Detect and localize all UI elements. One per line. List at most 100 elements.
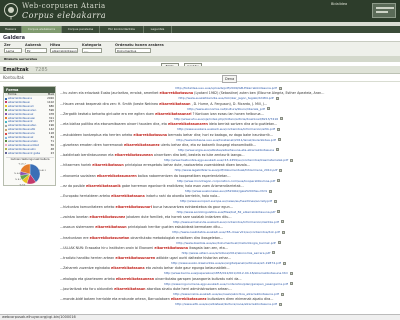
document-icon[interactable] (290, 158, 294, 162)
source-link[interactable]: http://www.euskaltzaindia.eus/dok/iker_j… (60, 96, 397, 100)
keyword[interactable]: elkarrekikotasunaren (168, 122, 208, 126)
source-url[interactable]: http://www.argia.eus/albistea/elkartasun… (178, 148, 274, 152)
source-link[interactable]: http://www.uztaro.eus/artxiboa/2012/ekon… (60, 251, 397, 255)
source-link[interactable]: http://www.europarl.europa.eu/news/eu/he… (60, 199, 397, 203)
document-icon[interactable] (281, 230, 285, 234)
document-icon[interactable] (277, 241, 281, 244)
forma-row[interactable]: elkarrekikotasunekin 48 (5, 147, 55, 151)
keyword[interactable]: elkarrekikotasunez (90, 215, 126, 219)
document-icon[interactable] (280, 220, 284, 224)
keyword[interactable]: elkarrekikotasuna (159, 91, 193, 95)
keyword[interactable]: elkarrekikotasun (92, 163, 123, 167)
keyword[interactable]: elkarrekikotasuna (154, 246, 188, 250)
aukerak-select[interactable]: Ez (25, 48, 47, 53)
keyword[interactable]: elkarrekikotasun (95, 225, 126, 229)
source-url[interactable]: http://www.euskaltzaindia.eus/dok/iker_j… (178, 96, 273, 100)
advanced-search-label[interactable]: Bilaketa aurreratua (4, 56, 37, 62)
document-icon[interactable] (276, 127, 280, 131)
keyword[interactable]: elkarrekikotasuna (111, 194, 145, 198)
keyword[interactable]: elkarrekikotasuna (133, 133, 167, 137)
tab-hiz-konkordantzia[interactable]: Hiz konkordantzia (100, 26, 144, 33)
keyword[interactable]: elkarrekikotasunari (155, 112, 191, 116)
source-url[interactable]: http://bidaldea.ueu.eus/uploads/pdf/2009… (175, 86, 276, 90)
source-link[interactable]: http://www.euskara.euskadi.eus/contenido… (60, 127, 397, 131)
forma-row[interactable]: elkarrekikotasunik 227 (5, 120, 55, 123)
source-url[interactable]: http://www.ikastola.eus/eu/dokumentuak/m… (176, 241, 275, 245)
source-link[interactable]: http://www.hezkuntza.ejgv.euskadi.eus/r4… (60, 158, 397, 162)
source-url[interactable]: http://www.ehu.eus/ojs/index.php/Uztaro/… (174, 117, 278, 121)
source-url[interactable]: http://www.ekonomia.net/kultura/liburu/l… (187, 107, 264, 111)
hitza-input[interactable]: elkarrekikotasun (50, 48, 78, 53)
source-link[interactable]: http://www.ingurumena.ejgv.euskadi.eus/c… (60, 282, 397, 286)
forma-row[interactable]: elkarrekikotasunera 118 (5, 132, 55, 135)
keyword[interactable]: elkarrekikotasunean (116, 277, 154, 281)
source-url[interactable]: http://www.berria.eus/paperekoa/1855/012… (164, 271, 288, 275)
forma-row[interactable]: elkarrekikotasunetan 196 (5, 124, 55, 127)
forma-row[interactable]: elkarrekikotasunik gabe 23 (5, 151, 55, 155)
source-url[interactable]: http://www.bidasoa.ueu.eus/txostenak/201… (176, 138, 275, 142)
source-link[interactable]: http://www.osakidetza.euskadi.eus/r85-ck… (60, 230, 397, 234)
kontsultak-label[interactable]: Kontsultak (3, 74, 24, 82)
source-link[interactable]: http://www.bidasoa.ueu.eus/txostenak/201… (60, 138, 397, 142)
source-url[interactable]: http://www.irekia.euskadi.eus/eu/news/ak… (173, 292, 279, 296)
keyword[interactable]: elkarrekikotasun (114, 287, 145, 291)
source-url[interactable]: http://www.ingurumena.ejgv.euskadi.eus/c… (164, 282, 288, 286)
kategoria-select[interactable]: ---- (82, 48, 102, 53)
forma-row[interactable]: elkarrekikotasunaren 596 (5, 108, 55, 112)
keyword[interactable]: elkarrekikotasunik (86, 184, 121, 188)
forma-row[interactable]: elkarrekikotasunez 478 (5, 112, 55, 116)
forma-row[interactable]: elkarrekikotasunaz 84 (5, 136, 55, 139)
source-url[interactable]: http://www.eusko-ikaskuntza.eus/eu/argit… (171, 261, 281, 265)
document-icon[interactable] (280, 117, 284, 121)
source-link[interactable]: http://www.berria.eus/paperekoa/1855/012… (60, 271, 397, 275)
source-url[interactable]: http://www.soziolinguistika.eus/files/ba… (177, 210, 276, 214)
source-url[interactable]: http://www.euskara.euskadi.eus/contenido… (177, 127, 275, 131)
document-icon[interactable] (277, 179, 281, 183)
source-link[interactable]: http://bidaldea.ueu.eus/uploads/pdf/2009… (60, 86, 397, 90)
document-icon[interactable] (282, 261, 286, 265)
source-link[interactable]: http://www.mondragon-corporation.com/eus… (60, 179, 397, 183)
document-icon[interactable] (277, 138, 281, 141)
keyword[interactable]: elkarrekikotasunean (115, 153, 153, 157)
source-link[interactable]: http://www.ekonomia.net/kultura/liburu/l… (60, 107, 397, 111)
ordenatu-select[interactable]: Dokumentua (115, 48, 151, 53)
source-link[interactable]: http://www.eitb.eus/eu/albisteak/kultura… (60, 302, 397, 306)
dena-label[interactable]: Dena (222, 75, 238, 83)
source-url[interactable]: http://www.euskonews.eus/0520zbk/gaia520… (185, 189, 267, 193)
document-icon[interactable] (280, 292, 284, 296)
tab-laguntza[interactable]: Laguntza (144, 26, 172, 33)
keyword[interactable]: elkarrekikotasuna (111, 266, 145, 270)
forma-row[interactable]: elkarrekikotasunetik 142 (5, 128, 55, 131)
source-link[interactable]: http://www.euskonews.eus/0520zbk/gaia520… (60, 189, 397, 193)
forma-row[interactable]: elkarrekikotasunentzat 56 (5, 143, 55, 147)
keyword[interactable]: elkarrekikotasunetan (90, 236, 130, 240)
document-icon[interactable] (290, 271, 294, 275)
header-top-right-text[interactable]: Bidalidea (331, 2, 347, 6)
forma-row[interactable]: elkarrekikotasunerako 71 (5, 139, 55, 143)
source-link[interactable]: http://www.emakunde.euskadi.eus/contenid… (60, 220, 397, 224)
document-icon[interactable] (275, 96, 279, 100)
source-link[interactable]: http://www.eusko-ikaskuntza.eus/eu/argit… (60, 261, 397, 265)
source-url[interactable]: http://www.europarl.europa.eu/news/eu/he… (180, 199, 272, 203)
document-icon[interactable] (279, 168, 283, 172)
zer-select[interactable]: Lema (4, 48, 22, 53)
elhuyar-logo[interactable] (372, 3, 396, 18)
source-url[interactable]: http://www.hezkuntza.ejgv.euskadi.eus/r4… (164, 158, 288, 162)
document-icon[interactable] (269, 189, 273, 193)
document-icon[interactable] (289, 282, 293, 286)
document-icon[interactable] (266, 107, 270, 111)
keyword[interactable]: elkarrekikotasunaren (115, 256, 155, 260)
source-url[interactable]: http://www.legebiltzarra.eus/pdf/dokumen… (175, 168, 278, 172)
document-icon[interactable] (277, 210, 281, 214)
source-url[interactable]: http://www.mondragon-corporation.com/eus… (177, 179, 275, 183)
source-link[interactable]: http://www.argia.eus/albistea/elkartasun… (60, 148, 397, 152)
keyword[interactable]: elkarrekikotasunez (171, 297, 207, 301)
forma-row[interactable]: elkarrekikotasunean 311 (5, 116, 55, 120)
tab-corpus-paraleloa[interactable]: Corpus paraleloa (62, 26, 100, 33)
source-url[interactable]: http://www.osakidetza.euskadi.eus/r85-ck… (172, 230, 279, 234)
tab-hasiera[interactable]: Hasiera (0, 26, 22, 33)
source-url[interactable]: http://www.emakunde.euskadi.eus/contenid… (173, 220, 279, 224)
document-icon[interactable] (272, 251, 276, 255)
tab-corpus-elebakarra[interactable]: Corpus elebakarra (22, 26, 62, 33)
keyword[interactable]: elkarrekikotasunaren (97, 174, 137, 178)
